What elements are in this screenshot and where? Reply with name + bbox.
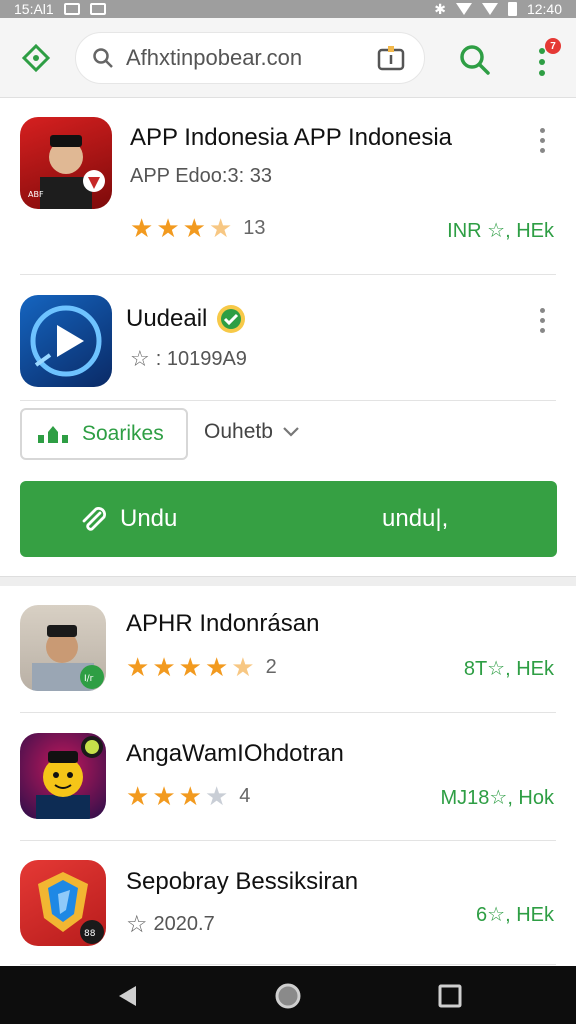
install-label-left: Undu xyxy=(120,505,178,532)
app-price: 6☆, HEk xyxy=(476,904,554,926)
dropdown-label: Ouhetb xyxy=(204,420,273,443)
bluetooth-icon: ✱ xyxy=(434,0,446,17)
star-icon: ★ xyxy=(126,781,150,811)
more-vert-icon xyxy=(539,48,545,81)
download-count-row: ☆ : 10199A9 xyxy=(130,346,247,372)
star-half-icon: ★ xyxy=(231,652,255,682)
home-button[interactable] xyxy=(18,40,54,76)
rating-stars: ★ ★ ★ ★ 4 xyxy=(126,783,250,809)
divider xyxy=(20,964,556,965)
star-half-icon: ★ xyxy=(208,213,233,243)
diamond-nav-icon xyxy=(21,43,51,73)
sources-button[interactable]: Soarikes xyxy=(20,408,188,460)
install-button[interactable]: Undu undu|, xyxy=(20,481,557,557)
star-empty-icon: ★ xyxy=(204,781,229,811)
app-price: 8T☆, HEk xyxy=(463,658,554,680)
app-title[interactable]: APP Indonesia APP Indonesia xyxy=(130,124,452,152)
address-url: Afhxtinpobear.con xyxy=(126,45,303,70)
star-icon: ★ xyxy=(156,213,180,243)
app-icon-featured[interactable]: ABF xyxy=(20,117,112,209)
star-icon: ★ xyxy=(126,652,150,682)
star-icon: ★ xyxy=(182,213,206,243)
install-label-right: undu|, xyxy=(382,505,449,532)
app-title[interactable]: AngaWamIOhdotran xyxy=(126,740,344,768)
paperclip-icon xyxy=(82,507,106,531)
verified-icon xyxy=(217,305,246,333)
overflow-menu-button[interactable]: 7 xyxy=(525,36,565,80)
star-outline-icon: ☆ xyxy=(130,346,150,371)
status-time-right: 12:40 xyxy=(526,1,562,17)
app-icon-list-2[interactable] xyxy=(20,733,106,819)
svg-text:ABF: ABF xyxy=(28,190,44,199)
rating-count: 13 xyxy=(243,217,266,239)
chevron-down-icon xyxy=(283,427,299,437)
app-title[interactable]: Sepobray Bessiksiran xyxy=(126,868,358,896)
recents-icon[interactable] xyxy=(438,984,462,1008)
home-upload-icon xyxy=(38,426,68,443)
browser-toolbar: Afhxtinpobear.con 7 xyxy=(0,18,576,98)
address-bar[interactable]: Afhxtinpobear.con xyxy=(75,32,425,84)
app-icon-detail[interactable] xyxy=(20,295,112,387)
notification-badge: 7 xyxy=(545,38,561,54)
shield-icon: 88 xyxy=(38,872,104,944)
signal-icon xyxy=(481,3,498,15)
search-icon xyxy=(93,48,113,68)
svg-text:88: 88 xyxy=(84,929,96,939)
app-price: MJ18☆, Hok xyxy=(440,787,554,809)
star-icon: ★ xyxy=(152,781,176,811)
app-icon-list-3[interactable]: 88 xyxy=(20,860,106,946)
search-icon xyxy=(460,45,490,75)
home-icon[interactable] xyxy=(274,982,302,1010)
status-bar: 15:Al1 ✱ 12:40 xyxy=(0,0,576,18)
star-icon: ★ xyxy=(178,652,202,682)
divider xyxy=(20,274,556,275)
star-icon: ★ xyxy=(130,213,154,243)
download-count: : 10199A9 xyxy=(155,347,247,370)
detail-app-title-row: Uudeail xyxy=(126,303,247,335)
app-subtitle: APP Edoo:3: 33 xyxy=(130,165,272,187)
star-outline-icon: ☆ xyxy=(126,911,148,938)
app-icon-list-1[interactable]: I/r xyxy=(20,605,106,691)
rating-stars: ★ ★ ★ ★ ★ 2 xyxy=(126,654,277,680)
svg-text:I/r: I/r xyxy=(84,674,94,684)
rating-count: 2020.7 xyxy=(153,913,215,935)
star-icon: ★ xyxy=(152,652,176,682)
rating-count: 4 xyxy=(239,785,251,807)
system-navigation-bar xyxy=(0,966,576,1024)
rating-row: ☆ 2020.7 xyxy=(126,910,215,939)
app-title[interactable]: APHR Indonrásan xyxy=(126,610,319,638)
divider xyxy=(20,400,556,401)
divider xyxy=(20,840,556,841)
portrait-icon: I/r xyxy=(32,625,104,691)
status-time-left: 15:Al1 xyxy=(14,1,54,17)
section-separator xyxy=(0,576,576,586)
version-dropdown[interactable]: Ouhetb xyxy=(204,420,299,444)
more-vert-icon[interactable] xyxy=(540,308,552,338)
rating-count: 2 xyxy=(265,656,277,678)
cartoon-face-icon xyxy=(36,736,103,819)
divider xyxy=(20,712,556,713)
star-icon: ★ xyxy=(178,781,202,811)
play-icon xyxy=(30,305,102,377)
rating-stars: ★ ★ ★ ★ 13 xyxy=(130,215,266,241)
more-vert-icon[interactable] xyxy=(540,128,552,158)
portrait-icon: ABF xyxy=(28,135,105,209)
notification-icon xyxy=(63,3,80,15)
star-icon: ★ xyxy=(204,652,229,682)
tabs-icon[interactable] xyxy=(376,43,406,73)
search-button[interactable] xyxy=(455,40,495,80)
sources-label: Soarikes xyxy=(82,422,164,445)
battery-icon xyxy=(507,2,517,16)
wifi-icon xyxy=(455,3,472,15)
app-title[interactable]: Uudeail xyxy=(126,305,207,333)
back-icon[interactable] xyxy=(116,984,138,1008)
notification-icon xyxy=(89,3,106,15)
app-price: INR ☆, HEk xyxy=(447,220,554,242)
